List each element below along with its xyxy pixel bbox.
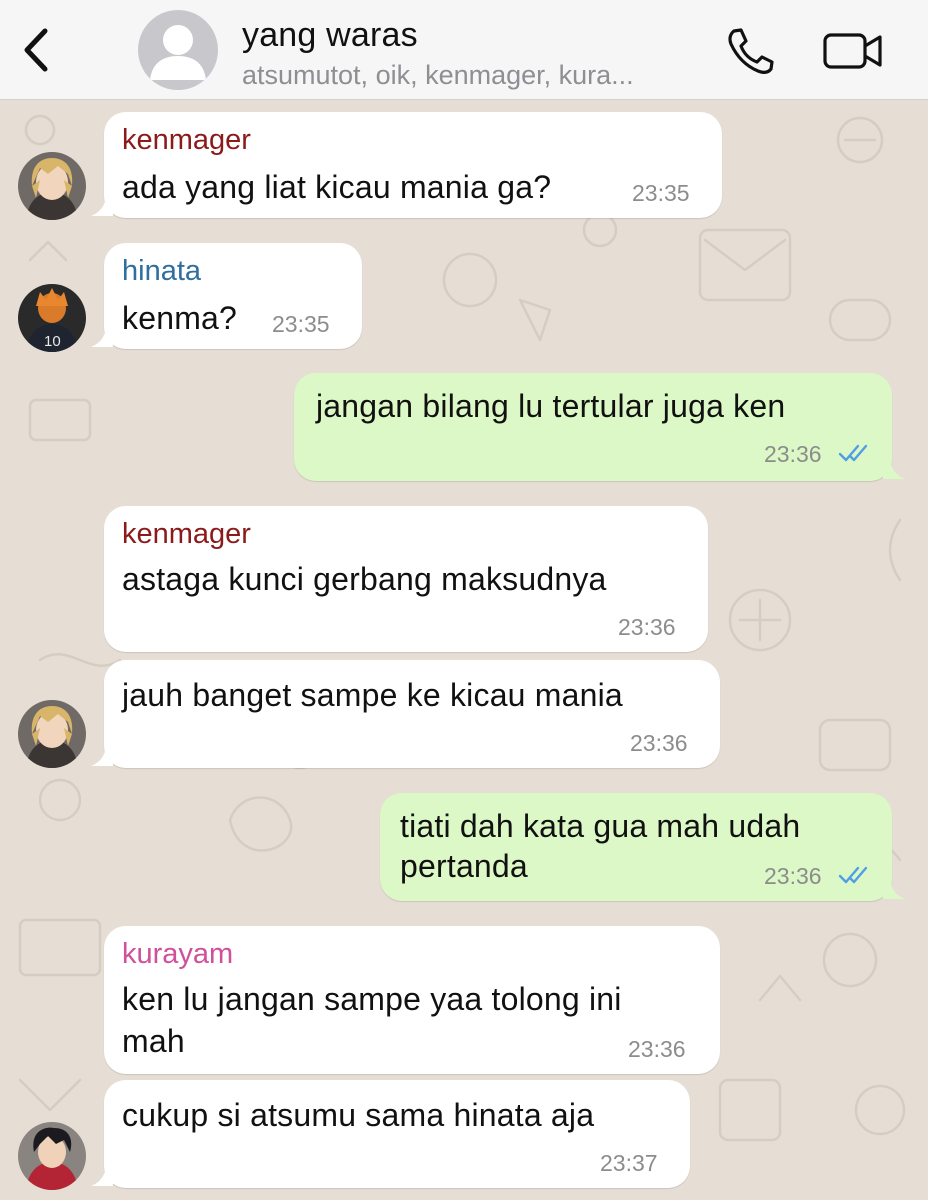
read-receipt-icon [838, 444, 868, 462]
bubble-tail [91, 746, 113, 766]
message-bubble-incoming[interactable]: hinata kenma? 23:35 [104, 243, 362, 349]
message-bubble-incoming[interactable]: kenmager astaga kunci gerbang maksudnya … [104, 506, 708, 652]
message-text: kenma? [122, 300, 238, 336]
avatar-kenmager[interactable] [18, 152, 86, 220]
avatar-kenmager[interactable] [18, 700, 86, 768]
message-text: jangan bilang lu tertular juga ken [316, 388, 786, 424]
message-bubble-incoming[interactable]: cukup si atsumu sama hinata aja 23:37 [104, 1080, 690, 1188]
phone-icon [728, 28, 774, 74]
bubble-tail [883, 879, 905, 899]
hinata-avatar-icon: 10 [18, 284, 86, 352]
avatar-kurayam[interactable] [18, 1122, 86, 1190]
message-text: jauh banget sampe ke kicau mania [122, 677, 623, 713]
message-time: 23:36 [630, 730, 688, 756]
avatar-hinata[interactable]: 10 [18, 284, 86, 352]
group-avatar[interactable] [138, 10, 218, 90]
kuroo-avatar-icon [18, 1122, 86, 1190]
sender-name: hinata [122, 255, 202, 287]
person-placeholder-icon [150, 25, 206, 80]
chat-participants[interactable]: atsumutot, oik, kenmager, kura... [242, 60, 634, 91]
message-time: 23:37 [600, 1150, 658, 1176]
message-time: 23:36 [764, 863, 822, 889]
voice-call-button[interactable] [724, 26, 776, 76]
message-time: 23:36 [764, 441, 822, 467]
kenma-avatar-icon [18, 700, 86, 768]
message-time: 23:35 [632, 180, 690, 206]
read-receipt-icon [838, 866, 868, 884]
message-text: astaga kunci gerbang maksudnya [122, 561, 607, 597]
video-camera-icon [823, 33, 882, 69]
message-text-line-1: tiati dah kata gua mah udah [400, 808, 801, 844]
bubble-tail [883, 459, 905, 479]
bubble-tail [91, 1166, 113, 1186]
video-call-button[interactable] [822, 28, 884, 74]
message-bubble-incoming[interactable]: jauh banget sampe ke kicau mania 23:36 [104, 660, 720, 768]
message-bubble-incoming[interactable]: kenmager ada yang liat kicau mania ga? 2… [104, 112, 722, 218]
chat-header: yang waras atsumutot, oik, kenmager, kur… [0, 0, 928, 100]
message-text: cukup si atsumu sama hinata aja [122, 1097, 595, 1133]
chat-title[interactable]: yang waras [242, 16, 418, 55]
message-bubble-incoming[interactable]: kurayam ken lu jangan sampe yaa tolong i… [104, 926, 720, 1074]
chevron-left-icon [24, 28, 48, 72]
svg-text:10: 10 [44, 333, 61, 350]
message-bubble-outgoing[interactable]: tiati dah kata gua mah udah pertanda 23:… [380, 793, 892, 901]
sender-name: kenmager [122, 124, 251, 156]
sender-name: kurayam [122, 938, 234, 970]
message-text-line-2: pertanda [400, 848, 528, 884]
message-text-line-2: mah [122, 1023, 185, 1059]
message-time: 23:36 [628, 1036, 686, 1062]
kenma-avatar-icon [18, 152, 86, 220]
bubble-tail [91, 196, 113, 216]
message-time: 23:36 [618, 614, 676, 640]
message-time: 23:35 [272, 311, 330, 337]
message-bubble-outgoing[interactable]: jangan bilang lu tertular juga ken 23:36 [294, 373, 892, 481]
back-button[interactable] [14, 22, 58, 78]
sender-name: kenmager [122, 518, 251, 550]
message-text-line-1: ken lu jangan sampe yaa tolong ini [122, 981, 622, 1017]
message-text: ada yang liat kicau mania ga? [122, 169, 552, 205]
bubble-tail [91, 327, 113, 347]
